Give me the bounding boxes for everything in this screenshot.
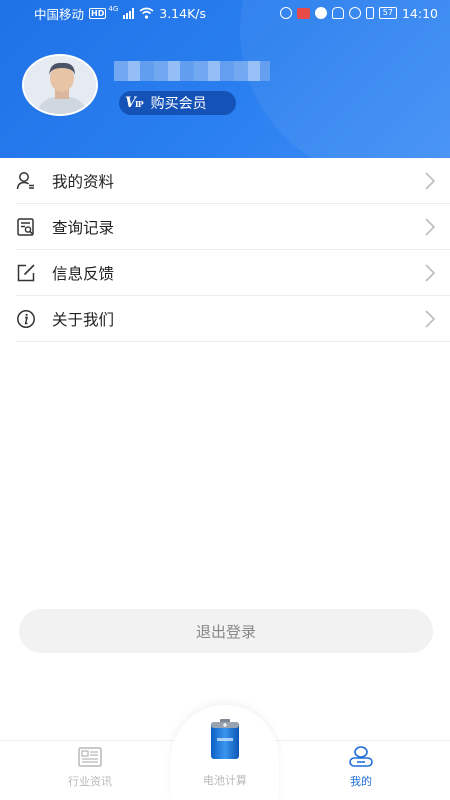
headphone-icon [331, 7, 344, 19]
red-app-icon [296, 7, 310, 19]
mine-icon [348, 745, 374, 770]
hd-badge: HD [89, 7, 107, 19]
status-bar: 中国移动 HD 4G 3.14K/s 57 14:10 [0, 0, 450, 26]
username-blurred [114, 61, 270, 81]
vibrate-icon [365, 7, 374, 19]
network-speed: 3.14K/s [159, 5, 207, 21]
avatar-person-icon [24, 56, 96, 114]
message-icon [314, 7, 327, 19]
battery-icon [209, 718, 241, 763]
chevron-right-icon [425, 172, 436, 190]
tab-label: 电池计算 [203, 774, 247, 787]
clock-time: 14:10 [401, 5, 438, 21]
menu-item-feedback[interactable]: 信息反馈 [16, 250, 450, 296]
carrier-name: 中国移动 [34, 6, 85, 22]
tab-label: 我的 [350, 775, 372, 788]
news-icon [78, 747, 102, 770]
vip-icon: VIP [125, 95, 144, 111]
chevron-right-icon [425, 310, 436, 328]
info-icon [16, 309, 36, 329]
wifi-icon [139, 7, 154, 19]
alarm-icon [348, 7, 361, 19]
settings-menu: 我的资料 查询记录 信息反馈 关于我们 [0, 158, 450, 342]
menu-item-label: 查询记录 [52, 218, 115, 237]
battery-level: 57 [378, 7, 397, 19]
avatar[interactable] [22, 54, 98, 116]
menu-item-label: 信息反馈 [52, 264, 115, 283]
search-record-icon [16, 217, 36, 237]
menu-item-label: 我的资料 [52, 172, 115, 191]
buy-vip-button[interactable]: VIP 购买会员 [119, 91, 236, 115]
profile-header: 中国移动 HD 4G 3.14K/s 57 14:10 VIP 购买会员 [0, 0, 450, 158]
app-notification-icon [279, 7, 292, 19]
logout-button[interactable]: 退出登录 [19, 609, 433, 653]
tab-label: 行业资讯 [68, 775, 112, 788]
user-profile-icon [16, 171, 36, 191]
menu-item-about-us[interactable]: 关于我们 [16, 296, 450, 342]
network-type: 4G [108, 5, 119, 13]
menu-item-my-profile[interactable]: 我的资料 [16, 158, 450, 204]
menu-item-label: 关于我们 [52, 310, 115, 329]
menu-item-query-records[interactable]: 查询记录 [16, 204, 450, 250]
feedback-edit-icon [16, 263, 36, 283]
signal-icon [123, 7, 135, 19]
tab-mine[interactable]: 我的 [311, 741, 411, 800]
vip-label: 购买会员 [150, 96, 207, 112]
chevron-right-icon [425, 264, 436, 282]
chevron-right-icon [425, 218, 436, 236]
tab-battery-calc[interactable]: 电池计算 [171, 705, 279, 800]
tab-industry-news[interactable]: 行业资讯 [40, 741, 140, 800]
